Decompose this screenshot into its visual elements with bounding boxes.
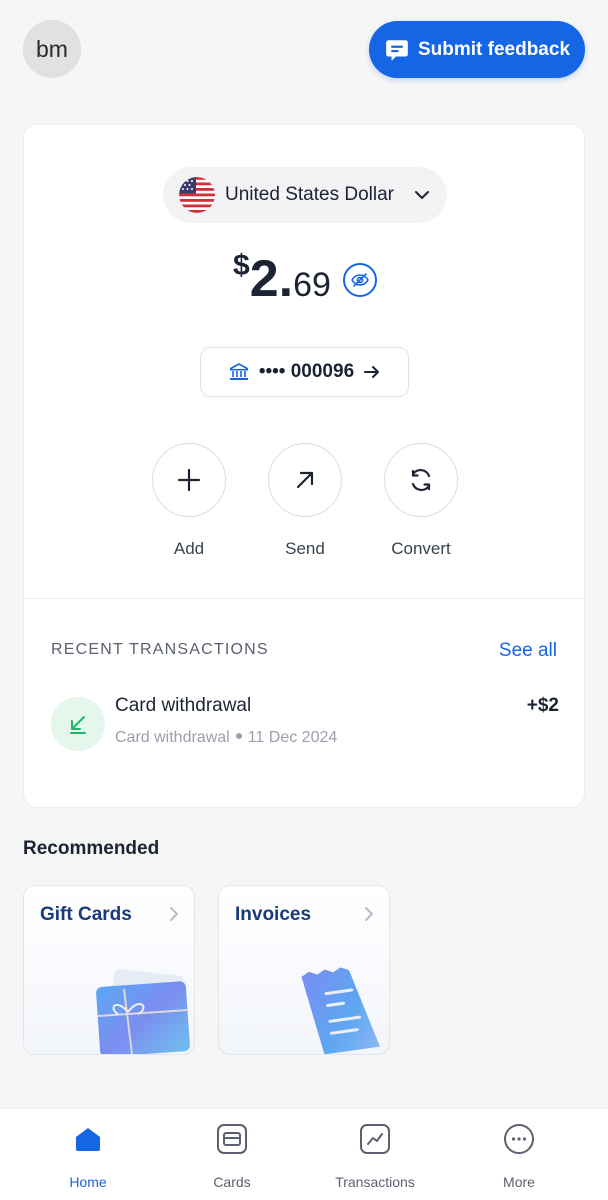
invoice-illustration xyxy=(301,967,380,1054)
send-circle[interactable] xyxy=(268,443,342,517)
arrow-right-icon xyxy=(364,366,380,378)
submit-feedback-button[interactable]: Submit feedback xyxy=(369,21,585,78)
transaction-type: Card withdrawal xyxy=(115,729,230,746)
chart-icon xyxy=(360,1124,390,1154)
plus-icon xyxy=(177,468,201,492)
transaction-amount: +$2 xyxy=(526,695,559,716)
transaction-date: 11 Dec 2024 xyxy=(247,729,338,746)
add-circle[interactable] xyxy=(152,443,226,517)
refresh-icon xyxy=(411,469,431,491)
balance-decimal: 69 xyxy=(293,266,331,304)
hide-balance-button[interactable] xyxy=(342,263,377,297)
account-mask: •••• 000096 xyxy=(258,361,355,382)
account-number-button[interactable]: •••• 000096 xyxy=(200,347,409,397)
balance-display: $ 2. 69 xyxy=(24,245,586,305)
submit-feedback-label: Submit feedback xyxy=(417,38,571,60)
separator-dot xyxy=(235,733,242,739)
card-icon xyxy=(217,1124,247,1154)
nav-more[interactable]: More xyxy=(459,1123,579,1190)
bottom-navigation: Home Cards Transactions More xyxy=(0,1108,608,1200)
currency-selector[interactable]: United States Dollar xyxy=(163,167,447,223)
bank-icon xyxy=(229,363,249,380)
invoices-label: Invoices xyxy=(235,904,312,925)
convert-label: Convert xyxy=(391,539,451,558)
more-icon xyxy=(504,1124,534,1154)
transaction-row[interactable]: Card withdrawal Card withdrawal 11 Dec 20… xyxy=(51,695,559,751)
transaction-subtitle: Card withdrawal 11 Dec 2024 xyxy=(115,729,337,747)
transaction-name: Card withdrawal xyxy=(115,695,252,716)
nav-more-label: More xyxy=(503,1174,535,1190)
gift-card-illustration xyxy=(96,969,190,1054)
balance-currency-symbol: $ xyxy=(233,249,250,282)
arrow-up-right-icon xyxy=(296,471,314,489)
chevron-down-icon xyxy=(414,191,429,199)
gift-cards-card[interactable]: Gift Cards xyxy=(23,885,195,1055)
divider xyxy=(24,598,586,599)
nav-home[interactable]: Home xyxy=(28,1123,148,1190)
nav-cards[interactable]: Cards xyxy=(172,1123,292,1190)
convert-circle[interactable] xyxy=(384,443,458,517)
nav-transactions-label: Transactions xyxy=(335,1174,415,1190)
add-button[interactable]: Add xyxy=(139,443,239,559)
arrow-down-left-icon xyxy=(70,716,86,734)
recent-transactions-title: RECENT TRANSACTIONS xyxy=(51,641,269,658)
balance-card: United States Dollar $ 2. 69 •••• 000096 xyxy=(23,124,586,808)
chevron-right-icon xyxy=(365,907,373,921)
convert-button[interactable]: Convert xyxy=(371,443,471,559)
quick-actions: Add Send Convert xyxy=(24,443,586,563)
balance-whole: 2. xyxy=(249,250,294,308)
nav-cards-label: Cards xyxy=(213,1174,251,1190)
invoices-card[interactable]: Invoices xyxy=(218,885,390,1055)
add-label: Add xyxy=(173,539,205,558)
recommended-title: Recommended xyxy=(23,838,160,859)
send-button[interactable]: Send xyxy=(255,443,355,559)
nav-home-label: Home xyxy=(69,1174,107,1190)
nav-transactions[interactable]: Transactions xyxy=(315,1123,435,1190)
gift-cards-label: Gift Cards xyxy=(40,904,132,925)
currency-name: United States Dollar xyxy=(225,184,394,205)
feedback-icon xyxy=(386,39,408,61)
avatar[interactable]: bm xyxy=(23,20,81,78)
transaction-icon xyxy=(51,697,105,751)
chevron-right-icon xyxy=(170,907,178,921)
us-flag-icon xyxy=(179,177,215,213)
home-icon xyxy=(76,1128,100,1151)
send-label: Send xyxy=(285,539,325,558)
header: bm Submit feedback xyxy=(0,0,608,100)
see-all-link[interactable]: See all xyxy=(499,640,557,662)
eye-off-icon xyxy=(351,273,369,287)
